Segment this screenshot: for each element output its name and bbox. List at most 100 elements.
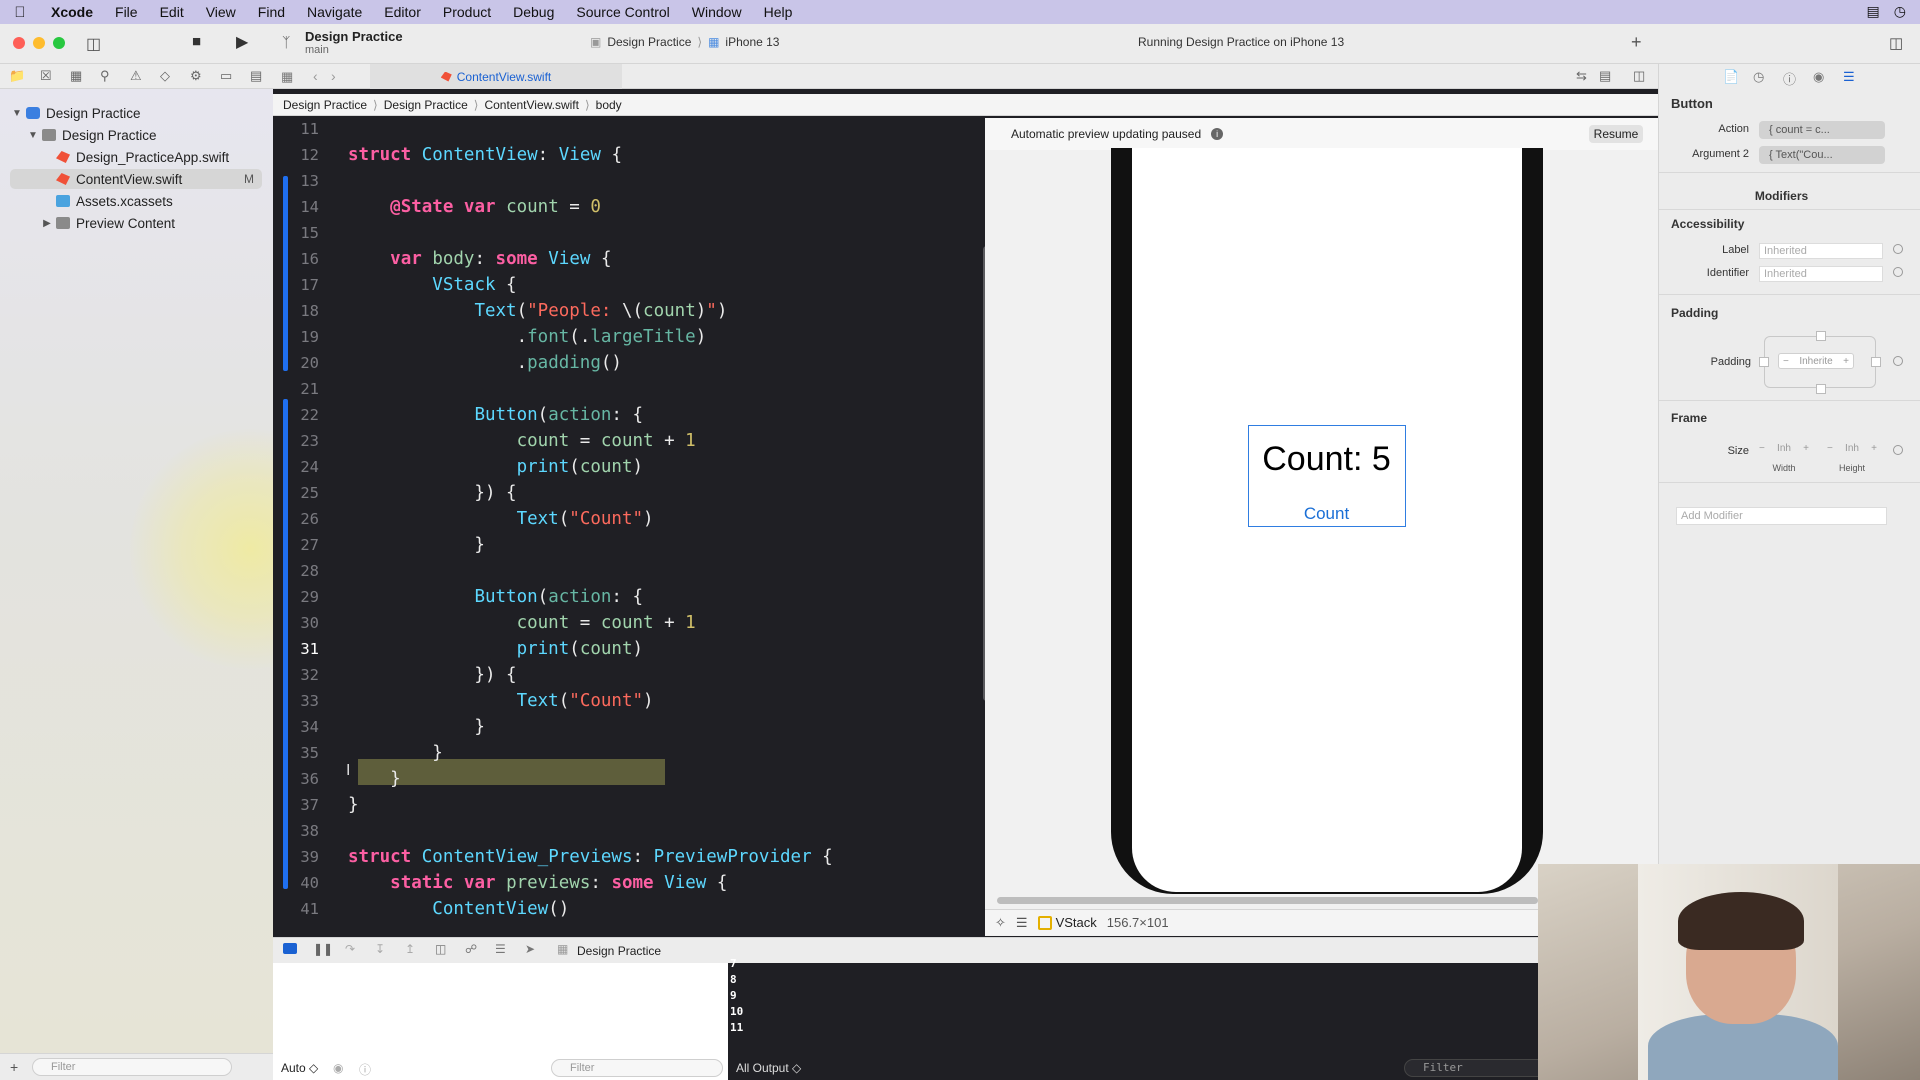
info-icon[interactable]: ⓘ: [359, 1061, 371, 1078]
label-toggle[interactable]: [1893, 244, 1903, 254]
navigator-item-group[interactable]: ▼ Design Practice: [10, 125, 262, 145]
add-library-button[interactable]: +: [1631, 32, 1642, 53]
chevron-down-icon[interactable]: ▼: [26, 130, 40, 141]
menu-edit[interactable]: Edit: [149, 4, 195, 20]
menu-file[interactable]: File: [104, 4, 149, 20]
minus-icon[interactable]: −: [1827, 443, 1833, 458]
sidebar-toggle-icon[interactable]: ◫: [86, 34, 101, 54]
test-navigator-icon[interactable]: ◇: [160, 68, 170, 84]
label-field[interactable]: Inherited: [1759, 243, 1883, 259]
breadcrumb-item[interactable]: ContentView.swift: [484, 98, 579, 112]
action-value[interactable]: { count = c...: [1759, 121, 1885, 139]
navigator-item-app-file[interactable]: Design_PracticeApp.swift: [10, 147, 262, 167]
minus-icon[interactable]: −: [1783, 356, 1789, 367]
add-file-icon[interactable]: +: [10, 1059, 18, 1075]
preview-vstack-selection[interactable]: Count: 5 Count: [1248, 425, 1406, 527]
menu-window[interactable]: Window: [681, 4, 753, 20]
navigator-filter-input[interactable]: Filter: [32, 1058, 232, 1076]
canvas-scrollbar[interactable]: [997, 897, 1538, 904]
chevron-down-icon[interactable]: ▼: [10, 108, 24, 119]
menu-debug[interactable]: Debug: [502, 4, 565, 20]
padding-left-checkbox[interactable]: [1759, 357, 1769, 367]
code-content[interactable]: struct ContentView: View { @State var co…: [348, 116, 978, 937]
forward-arrow-icon[interactable]: ›: [331, 68, 336, 84]
quick-help-icon[interactable]: ⓘ: [1783, 69, 1796, 88]
menu-product[interactable]: Product: [432, 4, 502, 20]
editor-options-icon[interactable]: ▤: [1599, 68, 1611, 84]
resume-button[interactable]: Resume: [1589, 125, 1643, 143]
source-control-navigator-icon[interactable]: ☒: [40, 68, 52, 84]
source-editor[interactable]: 11 12 13 14 15 16 17 18 19 20 21 22 23 24 25 26 27 28 29 30…: [273, 116, 979, 937]
breadcrumb-item[interactable]: body: [596, 98, 622, 112]
frame-toggle[interactable]: [1893, 445, 1903, 455]
control-center-icon[interactable]: ▤: [1867, 3, 1880, 20]
file-inspector-icon[interactable]: 📄: [1723, 69, 1739, 85]
navigator-item-preview-content[interactable]: ▶ Preview Content: [10, 213, 262, 233]
location-icon[interactable]: ➤: [525, 942, 535, 956]
run-icon[interactable]: ▶: [236, 32, 248, 52]
clock-icon[interactable]: ◷: [1894, 3, 1906, 20]
menu-navigate[interactable]: Navigate: [296, 4, 373, 20]
variables-filter-input[interactable]: Filter: [551, 1059, 723, 1077]
padding-stepper[interactable]: − Inherite +: [1778, 353, 1854, 369]
issue-navigator-icon[interactable]: ⚠: [130, 68, 142, 84]
code-review-icon[interactable]: ⇆: [1576, 68, 1587, 84]
identity-inspector-icon[interactable]: ◉: [1813, 69, 1824, 85]
breadcrumb-item[interactable]: Design Practice: [283, 98, 367, 112]
eye-icon[interactable]: ◉: [333, 1061, 343, 1075]
argument2-value[interactable]: { Text("Cou...: [1759, 146, 1885, 164]
pause-icon[interactable]: ❚❚: [313, 942, 333, 956]
chevron-right-icon[interactable]: ▶: [40, 218, 54, 229]
environment-overrides-icon[interactable]: ☰: [495, 942, 506, 956]
info-icon[interactable]: i: [1211, 128, 1224, 140]
menu-editor[interactable]: Editor: [373, 4, 432, 20]
step-out-icon[interactable]: ↥: [405, 942, 415, 956]
preview-count-button[interactable]: Count: [1249, 504, 1404, 524]
navigator-item-project[interactable]: ▼ Design Practice: [10, 103, 262, 123]
find-navigator-icon[interactable]: ⚲: [100, 68, 110, 84]
report-navigator-icon[interactable]: ▤: [250, 68, 262, 84]
inspector-toggle-icon[interactable]: ◫: [1889, 34, 1903, 52]
project-navigator-icon[interactable]: 📁: [9, 68, 25, 84]
close-window-button[interactable]: [13, 37, 25, 49]
toggle-debug-area-icon[interactable]: [283, 943, 297, 954]
tab-contentview[interactable]: ContentView.swift: [370, 64, 622, 89]
scheme-selector[interactable]: ▣ Design Practice ⟩ ▦ iPhone 13: [590, 35, 779, 49]
project-title[interactable]: Design Practice main: [305, 29, 403, 56]
height-stepper[interactable]: − Inh +: [1827, 443, 1877, 458]
view-hierarchy-icon[interactable]: ◫: [435, 942, 446, 956]
zoom-window-button[interactable]: [53, 37, 65, 49]
breakpoint-navigator-icon[interactable]: ▭: [220, 68, 232, 84]
canvas-settings-icon[interactable]: ☰: [1016, 915, 1028, 931]
menu-source-control[interactable]: Source Control: [565, 4, 680, 20]
padding-toggle[interactable]: [1893, 356, 1903, 366]
symbol-navigator-icon[interactable]: ▦: [70, 68, 82, 84]
navigator-item-assets[interactable]: Assets.xcassets: [10, 191, 262, 211]
stop-icon[interactable]: ■: [192, 33, 201, 50]
padding-top-checkbox[interactable]: [1816, 331, 1826, 341]
auto-scope-selector[interactable]: Auto ◇: [281, 1061, 318, 1075]
memory-graph-icon[interactable]: ☍: [465, 942, 477, 956]
plus-icon[interactable]: +: [1843, 356, 1849, 367]
breadcrumb-item[interactable]: Design Practice: [384, 98, 468, 112]
menu-view[interactable]: View: [195, 4, 247, 20]
history-inspector-icon[interactable]: ◷: [1753, 69, 1764, 85]
pin-icon[interactable]: ✧: [995, 915, 1006, 931]
identifier-toggle[interactable]: [1893, 267, 1903, 277]
identifier-field[interactable]: Inherited: [1759, 266, 1883, 282]
navigator-item-contentview[interactable]: ContentView.swift M: [10, 169, 262, 189]
output-selector[interactable]: All Output ◇: [736, 1061, 801, 1075]
padding-bottom-checkbox[interactable]: [1816, 384, 1826, 394]
related-items-icon[interactable]: ▦: [281, 69, 293, 85]
console-output[interactable]: 7 8 9 10 11 All Output ◇ Filter: [728, 957, 1658, 1080]
add-modifier-field[interactable]: Add Modifier: [1676, 507, 1887, 525]
plus-icon[interactable]: +: [1803, 443, 1809, 458]
menu-find[interactable]: Find: [247, 4, 296, 20]
plus-icon[interactable]: +: [1871, 443, 1877, 458]
width-stepper[interactable]: − Inh +: [1759, 443, 1809, 458]
debug-navigator-icon[interactable]: ⚙: [190, 68, 202, 84]
step-over-icon[interactable]: ↷: [345, 942, 355, 956]
step-in-icon[interactable]: ↧: [375, 942, 385, 956]
menu-app-xcode[interactable]: Xcode: [40, 4, 104, 20]
minus-icon[interactable]: −: [1759, 443, 1765, 458]
